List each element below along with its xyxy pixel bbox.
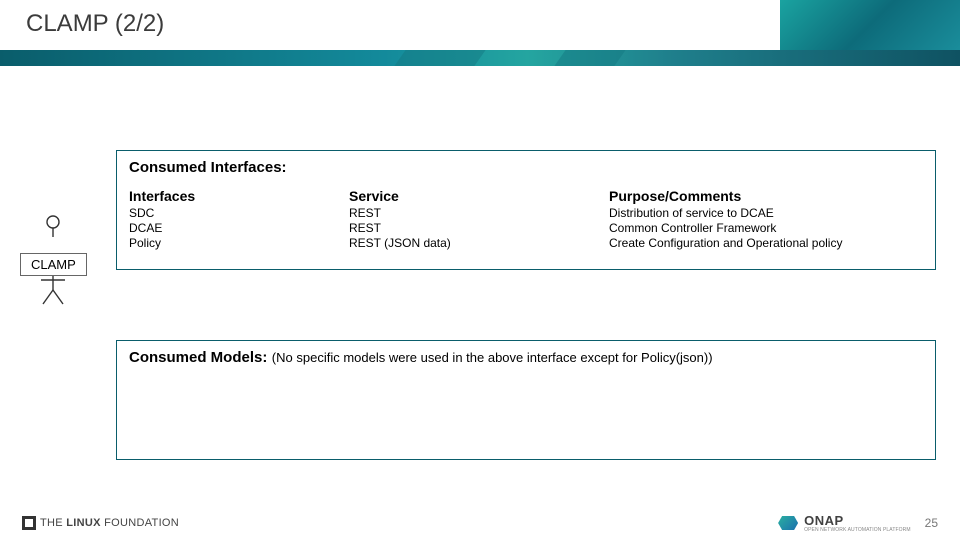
linux-foundation-logo: THE LINUX FOUNDATION xyxy=(22,516,179,530)
table-row: SDC xyxy=(129,206,349,221)
onap-text: ONAP xyxy=(804,513,911,528)
actor-icon xyxy=(35,215,71,255)
col-purpose-body: Distribution of service to DCAE Common C… xyxy=(609,206,923,251)
onap-logo: ONAP OPEN NETWORK AUTOMATION PLATFORM xyxy=(778,513,911,533)
col-service-body: REST REST REST (JSON data) xyxy=(349,206,609,251)
actor-icon-legs xyxy=(35,276,71,316)
consumed-models-box: Consumed Models: (No specific models wer… xyxy=(116,340,936,460)
consumed-models-note: (No specific models were used in the abo… xyxy=(272,350,713,365)
lf-square-icon xyxy=(22,516,36,530)
slide-title: CLAMP (2/2) xyxy=(26,10,164,38)
consumed-interfaces-box: Consumed Interfaces: Interfaces SDC DCAE… xyxy=(116,150,936,270)
table-row: Create Configuration and Operational pol… xyxy=(609,236,923,251)
col-purpose-head: Purpose/Comments xyxy=(609,188,923,204)
consumed-interfaces-heading: Consumed Interfaces: xyxy=(129,159,923,176)
actor-clamp: CLAMP xyxy=(20,215,87,316)
table-row: REST (JSON data) xyxy=(349,236,609,251)
col-interfaces-body: SDC DCAE Policy xyxy=(129,206,349,251)
slide-header: CLAMP (2/2) xyxy=(0,0,960,60)
table-row: REST xyxy=(349,206,609,221)
table-row: DCAE xyxy=(129,221,349,236)
onap-subtitle: OPEN NETWORK AUTOMATION PLATFORM xyxy=(804,528,911,533)
table-row: Distribution of service to DCAE xyxy=(609,206,923,221)
table-row: Common Controller Framework xyxy=(609,221,923,236)
table-row: Policy xyxy=(129,236,349,251)
page-number: 25 xyxy=(925,516,938,530)
actor-label: CLAMP xyxy=(20,253,87,276)
col-service-head: Service xyxy=(349,188,609,204)
table-row: REST xyxy=(349,221,609,236)
onap-hex-icon xyxy=(778,516,798,530)
col-interfaces-head: Interfaces xyxy=(129,188,349,204)
slide-footer: THE LINUX FOUNDATION ONAP OPEN NETWORK A… xyxy=(0,506,960,540)
consumed-models-heading: Consumed Models: xyxy=(129,349,267,366)
lf-text: THE LINUX FOUNDATION xyxy=(40,517,179,529)
